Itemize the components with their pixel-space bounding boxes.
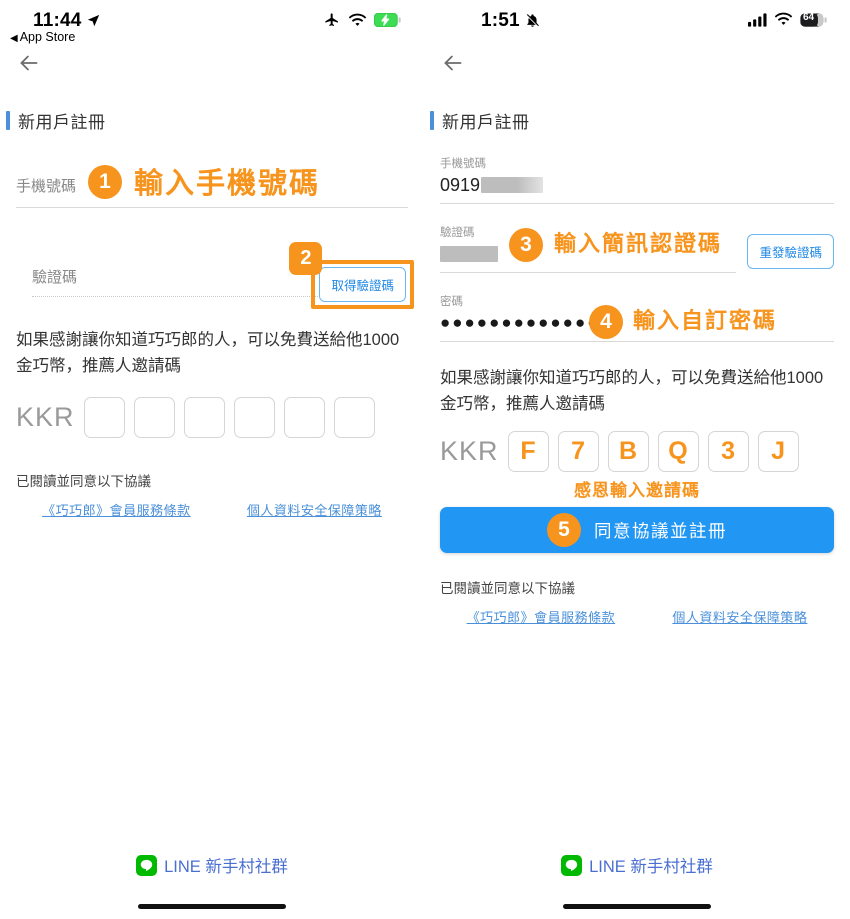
highlight-box: 取得驗證碼: [311, 260, 414, 309]
left-verify-row: 驗證碼 取得驗證碼 2: [0, 242, 424, 309]
privacy-policy-link[interactable]: 個人資料安全保障策略: [247, 500, 382, 519]
line-icon: [136, 854, 158, 876]
get-verification-code-button[interactable]: 取得驗證碼: [319, 267, 406, 302]
screenshot-stage: 11:44 ◀ App Store 新用戶註冊 手機號碼 1 輸入手機號碼 驗證…: [0, 0, 850, 919]
battery-icon: 64: [800, 11, 828, 27]
invite-code-box[interactable]: 3: [707, 431, 749, 473]
invite-code-box[interactable]: J: [757, 431, 799, 473]
left-invite-prefix: KKR: [16, 402, 75, 433]
left-agreement-links: 《巧巧郎》會員服務條款 個人資料安全保障策略: [14, 500, 410, 519]
left-phone-field[interactable]: 手機號碼 1 輸入手機號碼: [16, 165, 408, 208]
invite-code-box[interactable]: [133, 397, 175, 439]
right-agreement-links: 《巧巧郎》會員服務條款 個人資料安全保障策略: [438, 607, 836, 626]
left-section-heading: 新用戶註冊: [6, 108, 424, 133]
right-verify-row: 驗證碼 3 輸入簡訊認證碼 重發驗證碼: [424, 224, 850, 273]
right-nav-bar: [424, 46, 850, 90]
return-app-label: App Store: [19, 30, 76, 44]
airplane-mode-icon: [323, 12, 341, 28]
heading-accent-bar: [6, 111, 10, 130]
right-status-bar: 1:51 64: [424, 0, 850, 46]
left-phone-label: 手機號碼: [16, 178, 77, 195]
left-status-time-group: 11:44: [33, 10, 100, 32]
submit-button-label: 同意協議並註冊: [594, 520, 727, 541]
submit-register-button[interactable]: 5 同意協議並註冊: [440, 507, 834, 554]
right-password-row: 密碼 ●●●●●●●●●●●●●●● 4 輸入自訂密碼: [424, 293, 850, 342]
home-indicator: [563, 904, 711, 909]
left-status-time: 11:44: [33, 10, 82, 31]
annotation-badge-4: 4: [589, 305, 623, 339]
right-phone-value-row: 0919: [440, 173, 834, 197]
line-icon: [561, 854, 583, 876]
get-code-highlight: 取得驗證碼 2: [289, 242, 414, 309]
verify-redaction-block: [440, 246, 498, 262]
right-phone-value: 0919: [440, 174, 481, 195]
back-arrow-icon[interactable]: [440, 50, 466, 81]
home-indicator: [138, 904, 286, 909]
annotation-text-4: 輸入自訂密碼: [633, 308, 778, 333]
right-section-heading: 新用戶註冊: [430, 108, 850, 133]
member-terms-link[interactable]: 《巧巧郎》會員服務條款: [467, 607, 616, 626]
cellular-bars-icon: [748, 12, 767, 27]
left-status-bar: 11:44 ◀ App Store: [0, 0, 424, 46]
right-invite-code-row[interactable]: KKR F 7 B Q 3 J: [440, 431, 834, 473]
annotation-badge-5: 5: [547, 513, 581, 548]
back-arrow-icon[interactable]: [16, 50, 42, 81]
bell-slash-icon: [525, 12, 540, 34]
invite-code-box[interactable]: [233, 397, 275, 439]
return-to-app-store-link[interactable]: ◀ App Store: [10, 30, 75, 44]
annotation-text-1: 輸入手機號碼: [134, 168, 321, 200]
right-promo-text: 如果感謝讓你知道巧巧郎的人，可以免費送給他1000金巧幣，推薦人邀請碼: [440, 369, 824, 413]
wifi-icon: [348, 13, 367, 28]
invite-code-box[interactable]: Q: [657, 431, 699, 473]
invite-code-box[interactable]: B: [607, 431, 649, 473]
left-promo-text: 如果感謝讓你知道巧巧郎的人，可以免費送給他1000金巧幣，推薦人邀請碼: [16, 331, 400, 375]
wifi-icon: [774, 12, 793, 27]
right-phone-field[interactable]: 手機號碼 0919: [440, 155, 834, 204]
battery-charging-icon: [374, 13, 402, 27]
left-verify-label: 驗證碼: [32, 269, 78, 286]
invite-code-box[interactable]: [83, 397, 125, 439]
privacy-policy-link[interactable]: 個人資料安全保障策略: [672, 607, 807, 626]
right-status-time-group: 1:51: [481, 10, 540, 32]
right-agreement-title: 已閱讀並同意以下協議: [440, 581, 575, 597]
annotation-text-invite: 感恩輸入邀請碼: [574, 481, 700, 501]
left-invite-code-row[interactable]: KKR: [16, 397, 408, 439]
right-status-icons: 64: [748, 12, 828, 27]
invite-code-box[interactable]: F: [507, 431, 549, 473]
annotation-text-3: 輸入簡訊認證碼: [554, 231, 723, 256]
member-terms-link[interactable]: 《巧巧郎》會員服務條款: [42, 500, 191, 519]
back-triangle-icon: ◀: [10, 33, 18, 44]
left-footer[interactable]: LINE 新手村社群: [0, 853, 424, 877]
left-nav-bar: [0, 46, 424, 90]
heading-accent-bar: [430, 111, 434, 130]
right-footer[interactable]: LINE 新手村社群: [424, 853, 850, 877]
right-invite-prefix: KKR: [440, 436, 499, 467]
annotation-badge-2: 2: [289, 242, 323, 275]
left-footer-label: LINE 新手村社群: [164, 858, 288, 876]
right-status-time: 1:51: [481, 10, 520, 31]
annotation-badge-1: 1: [88, 165, 123, 199]
location-arrow-icon: [87, 11, 100, 33]
phone-redaction-block: [481, 177, 544, 193]
annotation-badge-3: 3: [509, 228, 543, 262]
right-phone-label: 手機號碼: [440, 158, 486, 170]
invite-code-box[interactable]: 7: [557, 431, 599, 473]
battery-level-label: 64: [803, 11, 815, 23]
left-status-icons: [323, 12, 402, 28]
left-agreement-title: 已閱讀並同意以下協議: [16, 474, 151, 490]
left-screen: 11:44 ◀ App Store 新用戶註冊 手機號碼 1 輸入手機號碼 驗證…: [0, 0, 424, 919]
resend-verification-code-button[interactable]: 重發驗證碼: [747, 234, 834, 269]
right-section-title: 新用戶註冊: [442, 113, 530, 132]
invite-code-box[interactable]: [283, 397, 325, 439]
right-screen: 1:51 64 新用戶註冊 手機號碼 0919 驗證碼 3 輸入簡訊認證碼 重發…: [424, 0, 850, 919]
invite-code-box[interactable]: [333, 397, 375, 439]
invite-code-box[interactable]: [183, 397, 225, 439]
right-footer-label: LINE 新手村社群: [589, 858, 713, 876]
left-section-title: 新用戶註冊: [18, 113, 106, 132]
